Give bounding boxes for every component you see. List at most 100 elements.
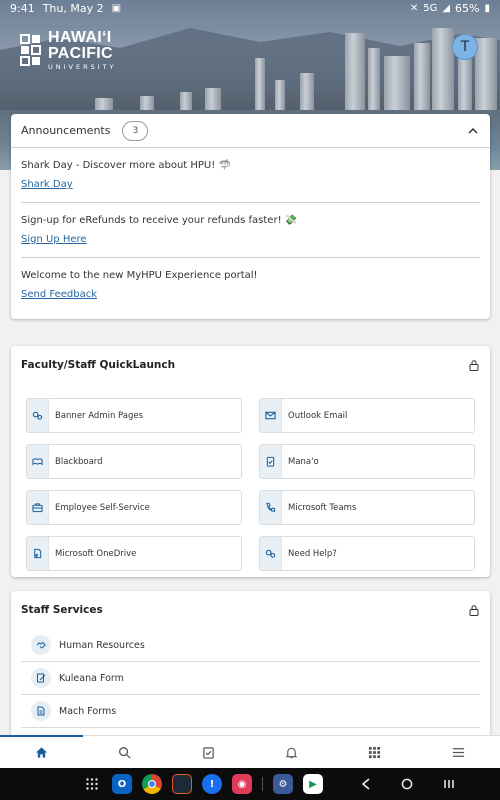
tile-label: Microsoft Teams bbox=[288, 502, 357, 513]
quicklaunch-card: Faculty/Staff QuickLaunch Banner Admin P… bbox=[11, 346, 490, 577]
logo-text-line1: HAWAIʻI bbox=[48, 29, 112, 46]
announcements-count-badge: 3 bbox=[122, 120, 149, 141]
announcements-header[interactable]: Announcements 3 bbox=[11, 114, 490, 148]
staff-services-list: Human Resources Kuleana Form Mach Forms bbox=[11, 629, 490, 728]
tile-label: Need Help? bbox=[288, 548, 337, 559]
city-building bbox=[475, 38, 497, 118]
service-label: Kuleana Form bbox=[59, 672, 124, 684]
taskbar-divider bbox=[262, 777, 263, 791]
tile-label: Banner Admin Pages bbox=[55, 410, 144, 421]
bottom-navigation bbox=[0, 735, 500, 768]
announcement-link[interactable]: Send Feedback bbox=[21, 289, 97, 300]
bell-icon bbox=[285, 747, 298, 758]
logo-text-line3: UNIVERSITY bbox=[48, 63, 117, 71]
chevron-up-icon[interactable] bbox=[466, 124, 480, 138]
recents-icon[interactable] bbox=[443, 778, 455, 790]
gears-icon bbox=[260, 537, 282, 570]
announcement-text: Shark Day - Discover more about HPU! 🦈 bbox=[21, 160, 231, 171]
staff-services-title: Staff Services bbox=[21, 604, 103, 616]
city-building bbox=[255, 58, 265, 118]
battery-icon: ▮ bbox=[484, 3, 490, 14]
chrome-app-icon[interactable] bbox=[142, 774, 162, 794]
search-icon bbox=[119, 746, 132, 759]
tile-label: Microsoft OneDrive bbox=[55, 548, 137, 559]
city-building bbox=[458, 53, 472, 118]
service-label: Mach Forms bbox=[59, 705, 117, 717]
envelope-icon bbox=[260, 399, 282, 432]
back-icon[interactable] bbox=[361, 778, 371, 790]
quicklaunch-header: Faculty/Staff QuickLaunch bbox=[11, 346, 490, 384]
quicklaunch-tile-banner-admin[interactable]: Banner Admin Pages bbox=[26, 398, 242, 433]
city-building bbox=[368, 48, 380, 118]
service-label: Human Resources bbox=[59, 639, 145, 651]
quicklaunch-tile-manao[interactable]: Mana'o bbox=[259, 444, 475, 479]
quicklaunch-tile-outlook[interactable]: Outlook Email bbox=[259, 398, 475, 433]
nav-tasks[interactable] bbox=[167, 736, 250, 768]
password-manager-app-icon[interactable]: ! bbox=[202, 774, 222, 794]
quicklaunch-tile-teams[interactable]: Microsoft Teams bbox=[259, 490, 475, 525]
tile-label: Outlook Email bbox=[288, 410, 348, 421]
staff-service-human-resources[interactable]: Human Resources bbox=[21, 629, 480, 662]
hpu-logo[interactable]: HAWAIʻI PACIFIC UNIVERSITY bbox=[20, 30, 117, 71]
nav-home[interactable] bbox=[0, 735, 84, 768]
tile-label: Mana'o bbox=[288, 456, 319, 467]
announcement-text: Welcome to the new MyHPU Experience port… bbox=[21, 270, 258, 281]
handshake-icon bbox=[31, 635, 51, 655]
chalkboard-icon bbox=[27, 445, 49, 478]
status-time: 9:41 bbox=[10, 2, 35, 15]
briefcase-icon bbox=[27, 491, 49, 524]
nav-notifications[interactable] bbox=[250, 736, 333, 768]
battery-level: 65% bbox=[455, 2, 480, 15]
announcement-link[interactable]: Shark Day bbox=[21, 179, 73, 190]
staff-service-kuleana-form[interactable]: Kuleana Form bbox=[21, 662, 480, 695]
camera-app-icon[interactable]: ◉ bbox=[232, 774, 252, 794]
announcement-item: Welcome to the new MyHPU Experience port… bbox=[21, 258, 480, 313]
quicklaunch-title: Faculty/Staff QuickLaunch bbox=[21, 359, 176, 371]
outlook-app-icon[interactable]: O bbox=[112, 774, 132, 794]
quicklaunch-tile-need-help[interactable]: Need Help? bbox=[259, 536, 475, 571]
announcement-item: Shark Day - Discover more about HPU! 🦈 S… bbox=[21, 148, 480, 203]
menu-icon bbox=[452, 747, 464, 757]
clipboard-check-icon bbox=[260, 445, 282, 478]
app-drawer-icon[interactable] bbox=[82, 774, 102, 794]
home-icon bbox=[36, 746, 48, 758]
signature-icon bbox=[31, 668, 51, 688]
announcements-title: Announcements bbox=[21, 124, 111, 137]
status-bar: 9:41 Thu, May 2 ▣ ✕ 5G ◢ 65% ▮ bbox=[0, 0, 500, 17]
tasks-icon bbox=[203, 746, 214, 759]
tile-label: Blackboard bbox=[55, 456, 103, 467]
quicklaunch-tile-employee-self-service[interactable]: Employee Self-Service bbox=[26, 490, 242, 525]
staff-services-header: Staff Services bbox=[11, 591, 490, 629]
home-circle-icon[interactable] bbox=[401, 778, 413, 790]
city-building bbox=[414, 43, 430, 118]
apps-grid-icon bbox=[369, 746, 381, 758]
settings-app-icon[interactable]: ⚙ bbox=[273, 774, 293, 794]
quicklaunch-tile-onedrive[interactable]: Microsoft OneDrive bbox=[26, 536, 242, 571]
city-building bbox=[384, 56, 410, 118]
nav-menu[interactable] bbox=[417, 736, 500, 768]
announcement-item: Sign-up for eRefunds to receive your ref… bbox=[21, 203, 480, 258]
nav-search[interactable] bbox=[83, 736, 166, 768]
status-date: Thu, May 2 bbox=[42, 2, 104, 15]
document-icon bbox=[31, 701, 51, 721]
nav-apps[interactable] bbox=[333, 736, 416, 768]
announcement-link[interactable]: Sign Up Here bbox=[21, 234, 87, 245]
play-store-app-icon[interactable]: ▶ bbox=[303, 774, 323, 794]
android-taskbar: O ! ◉ ⚙ ▶ bbox=[0, 768, 500, 800]
gears-icon bbox=[27, 399, 49, 432]
gallery-notification-icon: ▣ bbox=[111, 3, 122, 14]
city-building bbox=[345, 33, 365, 118]
lock-icon[interactable] bbox=[468, 604, 480, 616]
cloud-file-icon bbox=[27, 537, 49, 570]
signal-icon: ◢ bbox=[442, 3, 451, 14]
announcement-text: Sign-up for eRefunds to receive your ref… bbox=[21, 215, 298, 226]
tv-app-icon[interactable] bbox=[172, 774, 192, 794]
quicklaunch-grid: Banner Admin Pages Outlook Email Blackbo… bbox=[26, 398, 475, 571]
announcements-card: Announcements 3 Shark Day - Discover mor… bbox=[11, 114, 490, 319]
hpu-logo-mark-icon bbox=[20, 34, 41, 67]
quicklaunch-tile-blackboard[interactable]: Blackboard bbox=[26, 444, 242, 479]
staff-service-mach-forms[interactable]: Mach Forms bbox=[21, 695, 480, 728]
avatar[interactable]: T bbox=[452, 34, 478, 60]
logo-text-line2: PACIFIC bbox=[48, 45, 113, 62]
lock-icon[interactable] bbox=[468, 359, 480, 371]
